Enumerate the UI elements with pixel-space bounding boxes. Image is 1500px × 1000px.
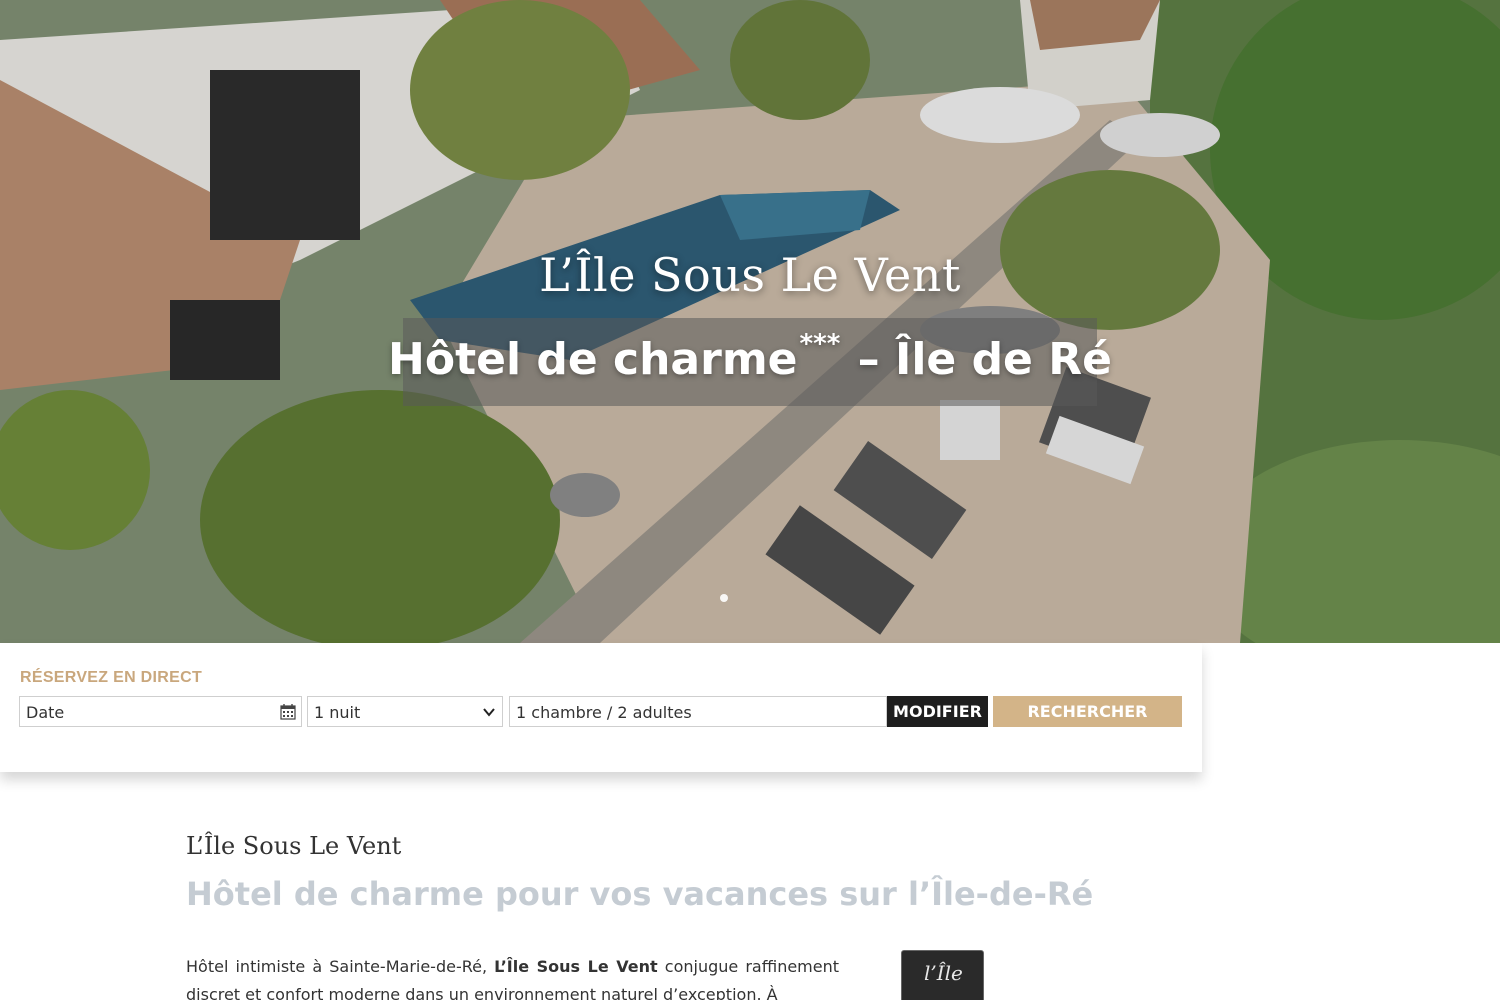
hero-banner: L’Île Sous Le Vent Hôtel de charme*** – … xyxy=(0,0,1500,643)
intro-text: Hôtel intimiste à Sainte-Marie-de-Ré, L’… xyxy=(186,953,839,1000)
rooms-field[interactable]: 1 chambre / 2 adultes xyxy=(509,696,887,727)
hero-subtitle-main: Hôtel de charme xyxy=(388,334,798,385)
slider-dot[interactable] xyxy=(720,594,728,602)
intro-text-bold: L’Île Sous Le Vent xyxy=(494,957,658,976)
section-name: L’Île Sous Le Vent xyxy=(186,832,402,860)
date-placeholder: Date xyxy=(26,703,65,722)
hero-subtitle-rest: – Île de Ré xyxy=(842,334,1112,385)
hero-subtitle-stars: *** xyxy=(799,329,841,360)
search-button[interactable]: RECHERCHER xyxy=(993,696,1182,727)
hero-title: L’Île Sous Le Vent xyxy=(539,248,961,302)
nights-value: 1 nuit xyxy=(314,703,361,722)
calendar-icon[interactable] xyxy=(280,703,296,720)
hotel-logo: l’Île xyxy=(901,950,984,1000)
hotel-logo-glyph: l’Île xyxy=(924,961,963,985)
chevron-down-icon xyxy=(483,708,495,717)
section-heading: Hôtel de charme pour vos vacances sur l’… xyxy=(186,875,1094,913)
hero-subtitle: Hôtel de charme*** – Île de Ré xyxy=(0,329,1500,385)
booking-panel: RÉSERVEZ EN DIRECT Date 1 nuit 1 chambre… xyxy=(0,643,1202,772)
date-field[interactable]: Date xyxy=(19,696,302,727)
intro-text-before: Hôtel intimiste à Sainte-Marie-de-Ré, xyxy=(186,957,495,976)
booking-label: RÉSERVEZ EN DIRECT xyxy=(20,669,203,686)
modify-button[interactable]: MODIFIER xyxy=(887,696,988,727)
nights-select[interactable]: 1 nuit xyxy=(307,696,503,727)
rooms-value: 1 chambre / 2 adultes xyxy=(516,703,692,722)
